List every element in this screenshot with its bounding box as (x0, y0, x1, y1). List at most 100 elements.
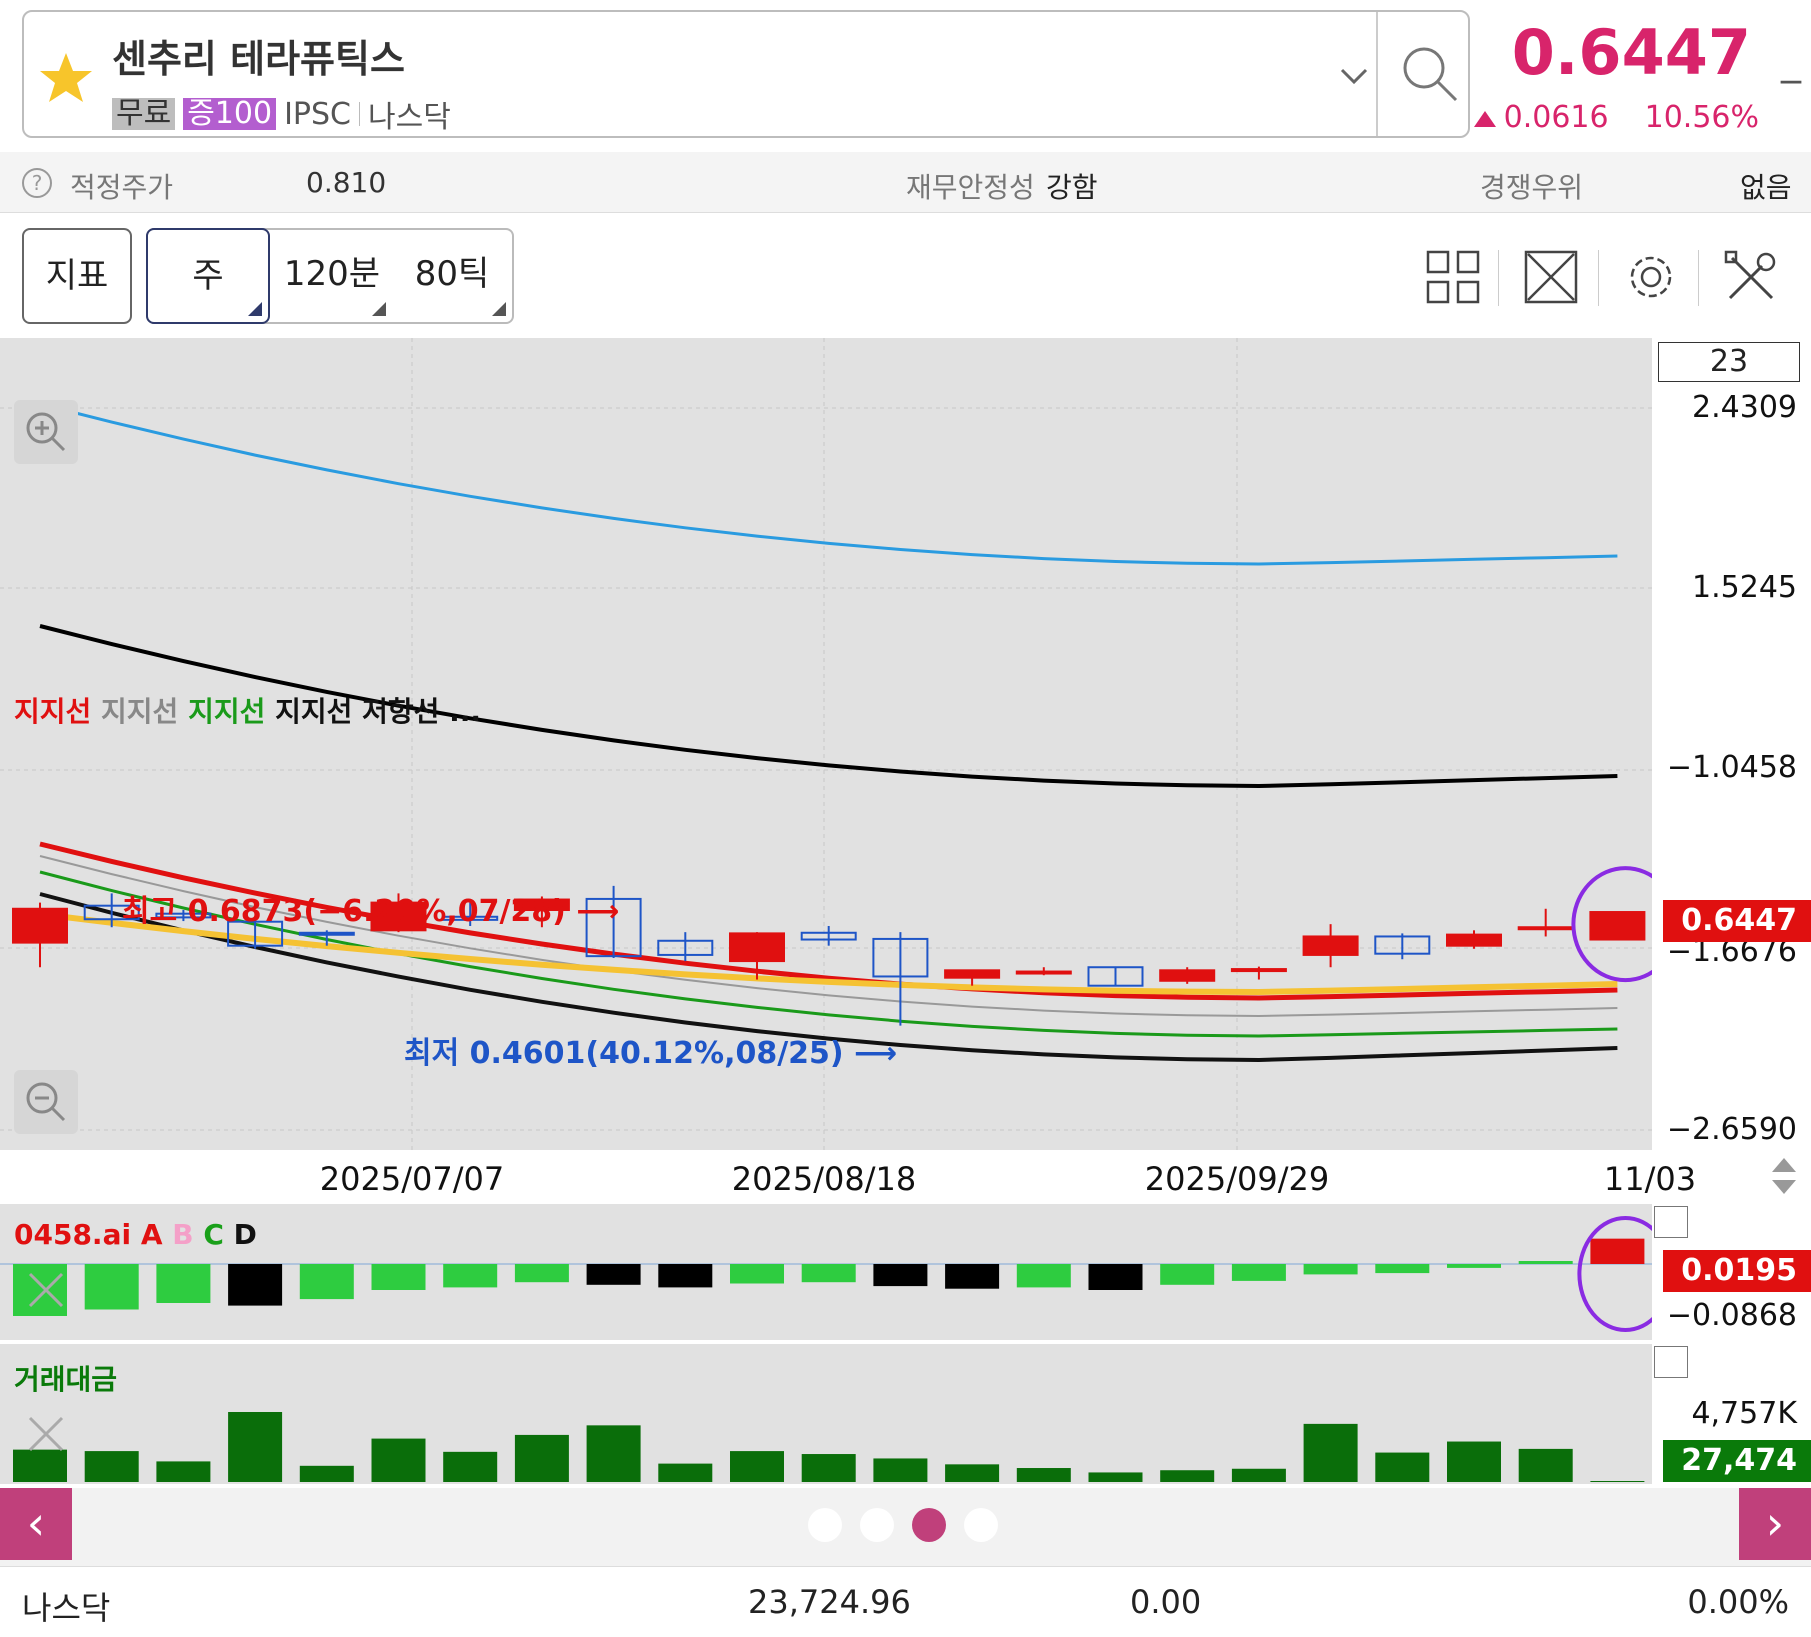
volume-bar (801, 1454, 856, 1482)
ai-indicator-panel[interactable]: 0458.ai A B C D (0, 1204, 1652, 1340)
ai-bar (658, 1264, 713, 1288)
indicator-button[interactable]: 지표 (22, 228, 132, 324)
candle (1589, 911, 1646, 941)
candle (298, 931, 355, 936)
divider (1698, 250, 1699, 306)
date-tick-label: 2025/09/29 (1144, 1160, 1330, 1198)
volume-bar (1303, 1423, 1358, 1482)
zoom-out-icon[interactable] (14, 1070, 78, 1134)
page-dot[interactable] (808, 1508, 842, 1542)
current-price: 0.6447 (1511, 16, 1751, 89)
price-change: 0.0616 10.56% (1473, 100, 1759, 135)
120min-button[interactable]: 120분 (272, 228, 392, 324)
volume-bar (443, 1451, 498, 1482)
menu-icon[interactable] (1654, 1346, 1688, 1378)
volume-bar-chart (13, 1412, 1645, 1482)
next-page-button[interactable]: › (1739, 1488, 1811, 1560)
volume-bar (1590, 1481, 1645, 1482)
candle (12, 907, 68, 944)
candle (729, 932, 785, 963)
low-annotation: 최저 0.4601(40.12%,08/25) ⟶ (404, 1036, 898, 1071)
y-tick-label: −1.0458 (1666, 750, 1797, 785)
volume-axis: 4,757K 27,474 (1652, 1344, 1811, 1484)
scroll-arrows-icon[interactable] (1766, 1154, 1802, 1198)
settings-gear-icon[interactable] (1622, 248, 1680, 306)
candle (1446, 933, 1502, 947)
layout-grid-icon[interactable] (1424, 248, 1482, 306)
chevron-down-icon[interactable] (1334, 56, 1374, 96)
ai-axis: 0.0195 −0.0868 (1652, 1204, 1811, 1340)
fullscreen-icon[interactable] (1522, 248, 1580, 306)
volume-bar (1160, 1470, 1215, 1482)
volume-bar (1088, 1472, 1143, 1482)
free-tag: 무료 (112, 98, 176, 130)
candle-count-box[interactable]: 23 (1658, 342, 1800, 382)
page-dot-active[interactable] (912, 1508, 946, 1542)
volume-bar (1231, 1468, 1286, 1482)
exchange-label: 나스닥 (368, 100, 451, 135)
stock-selector[interactable]: 센추리 테라퓨틱스 무료 증100 IPSC 나스닥 (22, 10, 1470, 138)
arrow-right-icon: ⟶ (576, 894, 620, 929)
close-icon[interactable] (24, 1412, 68, 1456)
search-icon[interactable] (1394, 38, 1466, 110)
date-tick-label: 2025/08/18 (731, 1160, 917, 1198)
tools-icon[interactable] (1722, 248, 1780, 306)
main-chart-panel[interactable]: 지지선 지지선 지지선 지지선 저항선 ... 최고 0.6873(−6.20%… (0, 338, 1652, 1150)
divider (1376, 12, 1378, 136)
y-tick-label: 2.4309 (1692, 390, 1797, 425)
ai-bar (228, 1264, 283, 1306)
y-tick-label: −0.0868 (1666, 1298, 1797, 1333)
80tick-button[interactable]: 80틱 (392, 228, 512, 324)
page-indicator-bar (0, 1488, 1811, 1566)
legend-resistance: 저항선 ... (362, 695, 482, 728)
legend-support-gray: 지지선 (101, 695, 179, 728)
close-icon[interactable] (24, 1268, 68, 1312)
volume-bar (1375, 1452, 1430, 1482)
candle (944, 969, 1001, 979)
volume-bar (1447, 1441, 1501, 1482)
ai-value-pill: 0.0195 (1663, 1250, 1811, 1292)
resistance-line-blue (39, 402, 1618, 566)
volume-bar (84, 1451, 139, 1482)
price-change-amount: 0.0616 (1473, 100, 1609, 135)
minimize-mark[interactable]: _ (1781, 38, 1801, 84)
menu-icon[interactable] (1654, 1206, 1688, 1238)
ai-bar (873, 1264, 928, 1287)
price-change-percent: 10.56% (1644, 100, 1759, 135)
zoom-in-icon[interactable] (14, 400, 78, 464)
arrow-right-icon: ⟶ (854, 1036, 898, 1071)
prev-page-button[interactable]: ‹ (0, 1488, 72, 1560)
ai-bar (945, 1264, 1000, 1289)
highlight-circle (1577, 1216, 1652, 1332)
ai-bar (443, 1264, 498, 1288)
ai-bar (371, 1264, 426, 1290)
volume-bar (228, 1412, 283, 1482)
ai-bar (1518, 1261, 1573, 1264)
page-dot[interactable] (860, 1508, 894, 1542)
indicator-legend[interactable]: 지지선 지지선 지지선 지지선 저항선 ... (14, 690, 481, 730)
competitive-label: 경쟁우위 (1480, 171, 1584, 204)
ai-bar (1088, 1264, 1143, 1290)
volume-bar (658, 1463, 713, 1482)
volume-bar (299, 1465, 354, 1482)
date-tick-label: 2025/07/07 (319, 1160, 505, 1198)
ai-bar (1375, 1264, 1430, 1274)
ai-bar (1303, 1264, 1358, 1275)
candle (1302, 935, 1359, 956)
divider (359, 102, 361, 126)
page-dot[interactable] (964, 1508, 998, 1542)
index-percent: 0.00% (1687, 1583, 1789, 1621)
index-name: 나스닥 (22, 1589, 111, 1627)
volume-bar (1016, 1468, 1071, 1482)
help-icon[interactable]: ? (22, 168, 52, 198)
ai-bar (514, 1264, 569, 1283)
index-ticker-bar[interactable]: 나스닥 23,724.96 0.00 0.00% (0, 1566, 1811, 1637)
volume-bar (873, 1458, 928, 1482)
volume-panel[interactable]: 거래대금 (0, 1344, 1652, 1484)
week-button[interactable]: 주 (146, 228, 270, 324)
up-triangle-icon (1473, 111, 1496, 127)
favorite-star-icon[interactable] (38, 50, 94, 106)
high-annotation: 최고 0.6873(−6.20%,07/28) ⟶ (122, 894, 620, 929)
ai-bar (801, 1264, 856, 1283)
volume-value-pill: 27,474 (1663, 1440, 1811, 1482)
